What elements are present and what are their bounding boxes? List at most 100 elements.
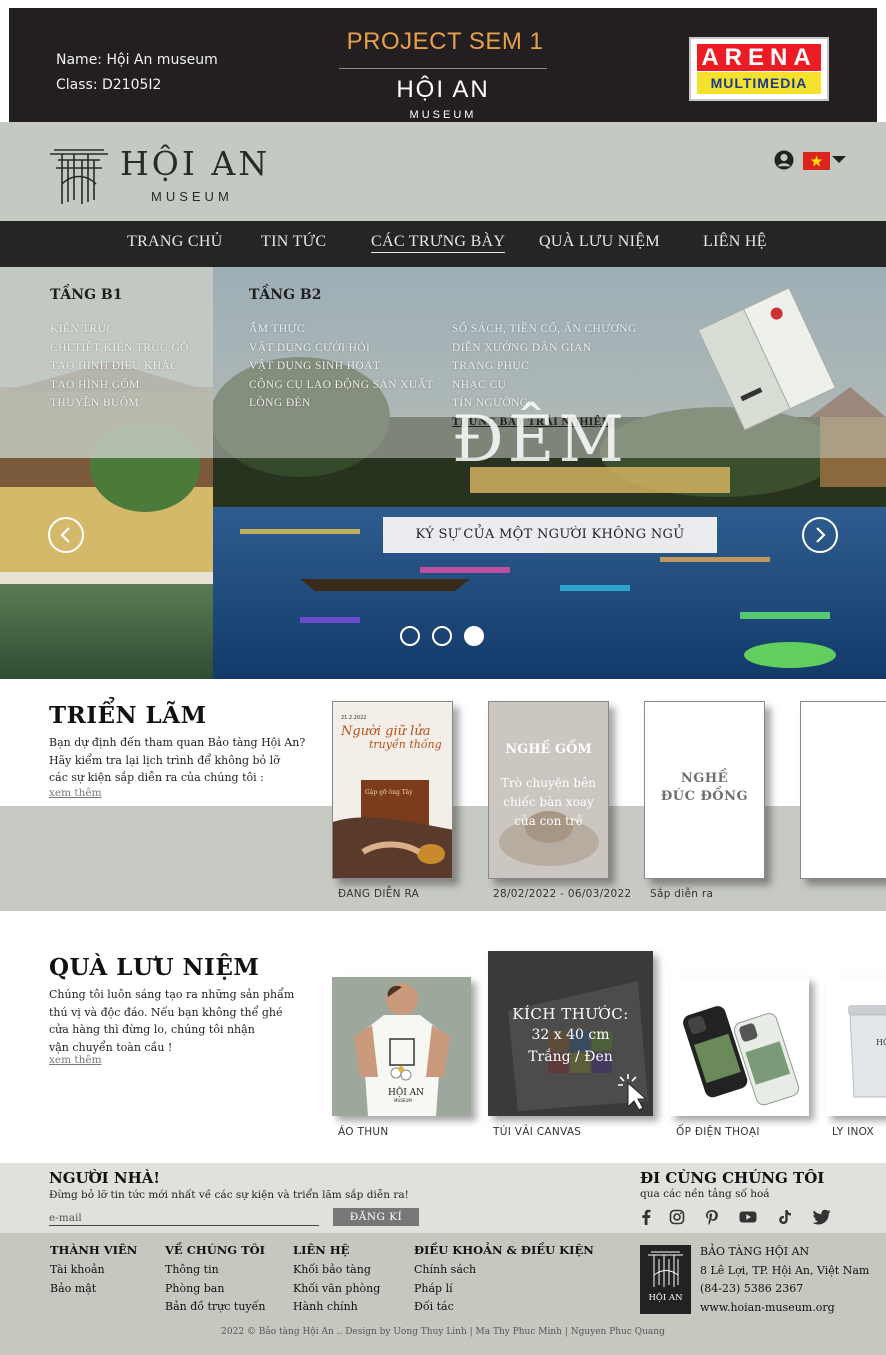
footer-link-security[interactable]: Bảo mật [50, 1280, 137, 1299]
twitter-icon[interactable] [813, 1209, 831, 1225]
exhibition-card-fire-keeper[interactable]: 21.2.2022 Người giữ lửa truyền thống Gặp… [332, 701, 453, 879]
subscribe-button[interactable]: ĐĂNG KÍ [333, 1208, 419, 1226]
logo-subtitle: MUSEUM [151, 189, 233, 204]
slider-dot-3-active[interactable] [464, 626, 484, 646]
souvenirs-desc-line: cửa hàng thì đừng lo, chúng tôi nhận [49, 1023, 255, 1036]
exhibition-upcoming-label: Sắp diễn ra [650, 888, 714, 900]
tiktok-icon[interactable] [777, 1209, 793, 1225]
slider-prev-chevron-left-icon[interactable] [48, 517, 84, 553]
product-phone-case[interactable] [670, 977, 809, 1116]
footer-link-information[interactable]: Thông tin [165, 1261, 265, 1280]
follow-title: ĐI CÙNG CHÚNG TÔI [640, 1169, 825, 1187]
nav-item-home[interactable]: TRANG CHỦ [127, 233, 223, 251]
footer-copyright: 2022 © Bảo tàng Hội An .. Design by Uong… [221, 1327, 665, 1337]
arena-logo-top: ARENA [697, 44, 821, 71]
footer-column-title: THÀNH VIÊN [50, 1243, 138, 1257]
menu-item-household-items[interactable]: VẬT DỤNG SINH HOẠT [249, 357, 434, 376]
souvenirs-description: Chúng tôi luôn sáng tạo ra những sản phẩ… [49, 986, 294, 1056]
nav-item-exhibitions[interactable]: CÁC TRƯNG BÀY [371, 233, 506, 253]
menu-item-instruments[interactable]: NHẠC CỤ [452, 376, 637, 395]
cursor-pointer-icon [618, 1074, 648, 1111]
pinterest-icon[interactable] [704, 1209, 720, 1225]
footer-link-account[interactable]: Tài khoản [50, 1261, 137, 1280]
newsletter-description: Đừng bỏ lỡ tin tức mới nhất về các sự ki… [49, 1189, 409, 1201]
exhibition-card-bronze-casting[interactable]: NGHỀ ĐÚC ĐỒNG [644, 701, 765, 879]
menu-item-sculpture[interactable]: TẠO HÌNH ĐIÊU KHẮC [50, 357, 189, 376]
footer-logo[interactable]: HỘI AN [640, 1245, 691, 1314]
menu-item-wedding-items[interactable]: VẬT DỤNG CƯỚI HỎI [249, 339, 434, 358]
footer-link-office-block[interactable]: Khối văn phòng [293, 1280, 380, 1299]
student-name: Name: Hội An museum [56, 52, 218, 68]
souvenirs-see-more-link[interactable]: xem thêm [49, 1054, 102, 1066]
pottery-subtitle-line: của con trẻ [514, 814, 583, 828]
bronze-casting-title-line: NGHỀ [680, 771, 729, 786]
footer-column-members: THÀNH VIÊN Tài khoản Bảo mật [50, 1243, 137, 1298]
exhibitions-desc-line: Bạn dự định đến tham quan Bảo tàng Hội A… [49, 736, 306, 749]
vietnam-flag-icon[interactable] [803, 152, 830, 170]
banner-logo-title: HỘI AN [396, 76, 490, 103]
nav-item-contact[interactable]: LIÊN HỆ [703, 233, 767, 251]
menu-item-costumes[interactable]: TRANG PHỤC [452, 357, 637, 376]
footer-logo-text: HỘI AN [648, 1293, 683, 1303]
poster-title-2: truyền thống [369, 738, 442, 751]
student-class: Class: D2105I2 [56, 77, 162, 93]
footer-link-administration[interactable]: Hành chính [293, 1298, 380, 1317]
newsletter-title: NGƯỜI NHÀ! [49, 1169, 161, 1187]
footer-website-link[interactable]: www.hoian-museum.org [700, 1299, 869, 1318]
souvenirs-title: QUÀ LƯU NIỆM [49, 954, 260, 981]
product-canvas-bag[interactable]: KÍCH THƯỚC: 32 x 40 cm Trắng / Đen [488, 951, 653, 1116]
footer-column-title: LIÊN HỆ [293, 1243, 350, 1257]
slider-next-chevron-right-icon[interactable] [802, 517, 838, 553]
exhibitions-desc-line: Hãy kiểm tra lại lịch trình để không bỏ … [49, 753, 280, 767]
instagram-icon[interactable] [669, 1209, 685, 1225]
footer-link-museum-block[interactable]: Khối bảo tàng [293, 1261, 380, 1280]
footer-link-legal[interactable]: Pháp lí [414, 1280, 594, 1299]
youtube-icon[interactable] [739, 1209, 757, 1225]
exhibition-card-partial[interactable] [800, 701, 886, 879]
site-logo[interactable]: HỘI AN MUSEUM [48, 144, 278, 206]
nav-item-souvenirs[interactable]: QUÀ LƯU NIỆM [539, 233, 660, 251]
menu-item-folk-performance[interactable]: DIỄN XƯỚNG DÂN GIAN [452, 339, 637, 358]
footer-column-title: ĐIỀU KHOẢN & ĐIỀU KIỆN [414, 1243, 594, 1257]
souvenirs-desc-line: Chúng tôi luôn sáng tạo ra những sản phẩ… [49, 988, 295, 1001]
banner-logo-subtitle: MUSEUM [409, 109, 477, 121]
exhibitions-see-more-link[interactable]: xem thêm [49, 787, 102, 799]
floor-b1-list: KIẾN TRÚC CHI TIẾT KIẾN TRÚC GỖ TẠO HÌNH… [50, 320, 189, 413]
hero-overlay-title: ĐÊM [452, 403, 628, 477]
menu-item-cuisine[interactable]: ẨM THỰC [249, 320, 434, 339]
footer-link-online-map[interactable]: Bản đồ trực tuyến [165, 1298, 265, 1317]
menu-item-sailboats[interactable]: THUYỀN BUỒM [50, 394, 189, 413]
email-field[interactable] [49, 1210, 319, 1226]
menu-item-lanterns[interactable]: LỒNG ĐÈN [249, 394, 434, 413]
slider-dot-1[interactable] [400, 626, 420, 646]
hero-caption-button[interactable]: KÝ SỰ CỦA MỘT NGƯỜI KHÔNG NGỦ [383, 517, 717, 553]
bronze-casting-title-line: ĐÚC ĐỒNG [660, 789, 749, 804]
slider-dot-2[interactable] [432, 626, 452, 646]
menu-item-books-coins-seals[interactable]: SỔ SÁCH, TIỀN CỔ, ẤN CHƯƠNG [452, 320, 637, 339]
product-label-canvas-bag: TÚI VẢI CANVAS [493, 1126, 582, 1138]
souvenirs-desc-line: thú vị và độc đáo. Nếu bạn không thể ghé [49, 1005, 283, 1019]
logo-title: HỘI AN [120, 144, 271, 183]
product-tshirt[interactable]: HỘI AN MUSEUM [332, 977, 471, 1116]
footer-column-about: VỀ CHÚNG TÔI Thông tin Phòng ban Bản đồ … [165, 1243, 265, 1317]
product-steel-cup[interactable]: HỘI [826, 977, 886, 1116]
footer-link-policy[interactable]: Chính sách [414, 1261, 594, 1280]
menu-item-ceramics[interactable]: TẠO HÌNH GỐM [50, 376, 189, 395]
language-dropdown-chevron-down-icon[interactable] [832, 156, 846, 163]
menu-item-wood-architecture-details[interactable]: CHI TIẾT KIẾN TRÚC GỖ [50, 339, 189, 358]
footer-link-departments[interactable]: Phòng ban [165, 1280, 265, 1299]
tshirt-brand-text: HỘI AN [388, 1086, 424, 1098]
footer-column-terms: ĐIỀU KHOẢN & ĐIỀU KIỆN Chính sách Pháp l… [414, 1243, 594, 1317]
footer-address: 8 Lê Lợi, TP. Hội An, Việt Nam [700, 1263, 870, 1277]
nav-item-news[interactable]: TIN TỨC [261, 233, 326, 251]
menu-item-production-tools[interactable]: CÔNG CỤ LAO ĐỘNG SẢN XUẤT [249, 376, 434, 395]
floor-b2-list-1: ẨM THỰC VẬT DỤNG CƯỚI HỎI VẬT DỤNG SINH … [249, 320, 434, 413]
site-header: HỘI AN MUSEUM [0, 122, 886, 221]
menu-item-architecture[interactable]: KIẾN TRÚC [50, 320, 189, 339]
steel-cup-image: HỘI [826, 977, 886, 1116]
footer-link-partners[interactable]: Đối tác [414, 1298, 594, 1317]
user-icon[interactable] [774, 150, 794, 170]
tshirt-image: HỘI AN MUSEUM [332, 977, 471, 1116]
exhibition-card-pottery[interactable]: NGHỀ GỐM Trò chuyện bên chiếc bàn xoay c… [488, 701, 609, 879]
facebook-icon[interactable] [638, 1209, 654, 1225]
